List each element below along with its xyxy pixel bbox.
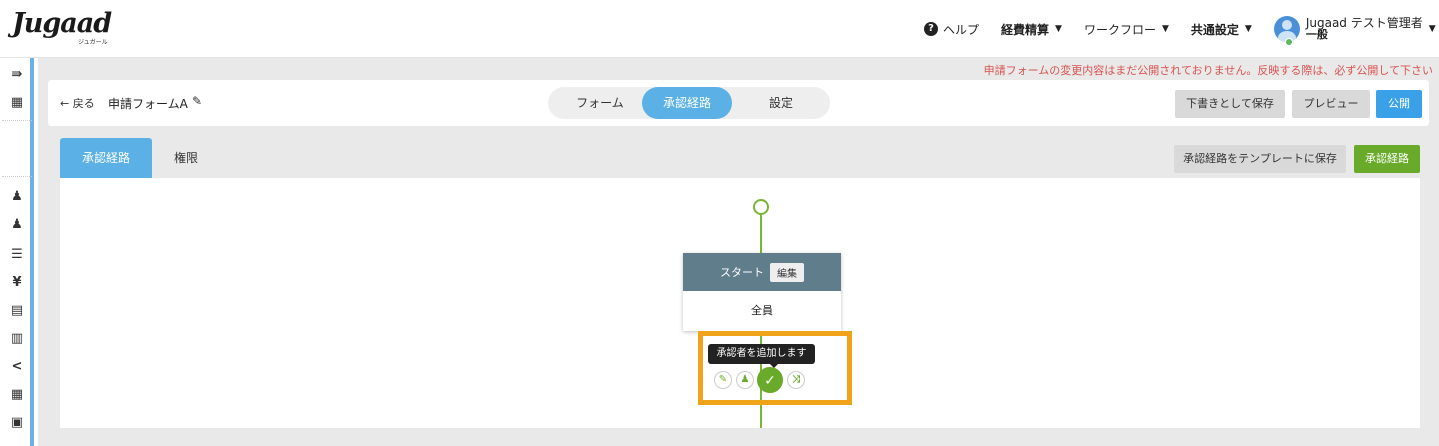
help-icon: ? [924,22,938,36]
grid-icon[interactable]: ▦ [10,388,24,402]
unpublished-warning: 申請フォームの変更内容はまだ公開されておりません。反映する際は、必ず公開して下さ… [983,64,1433,77]
tab-approval-route[interactable]: 承認経路 [642,87,732,119]
chevron-down-icon: ▼ [1428,24,1436,34]
nav-expense-label: 経費精算 [1001,22,1050,37]
shuffle-icon[interactable]: ⤨ [787,371,805,389]
divider [2,120,32,121]
users-icon[interactable]: ♟ [10,190,24,204]
side-icon-rail: ⇛ ▦ ♟ ♟ ☰ ¥ ▤ ▥ < ▦ ▣ [0,58,34,446]
nav-expense[interactable]: 経費精算 ▼ [1001,21,1062,38]
nav-workflow[interactable]: ワークフロー ▼ [1084,21,1169,38]
tab-approval-route-sub[interactable]: 承認経路 [60,138,152,178]
user-role: 一般 [1305,28,1328,41]
top-nav: ? ヘルプ 経費精算 ▼ ワークフロー ▼ 共通設定 ▼ Jugaad テスト管… [924,0,1436,58]
preview-button[interactable]: プレビュー [1292,90,1370,118]
logo-subtitle: ジュガール [78,39,108,46]
start-point [753,199,769,215]
chevron-down-icon: ▼ [1161,24,1169,34]
confirm-check-icon[interactable]: ✓ [757,367,783,393]
back-link[interactable]: ← 戻る [60,95,95,111]
users-icon[interactable]: ♟ [10,218,24,232]
edit-button[interactable]: 編集 [770,262,804,282]
start-node: スタート 編集 全員 [683,253,841,331]
nav-common-settings-label: 共通設定 [1190,22,1239,37]
form-toolbar: ← 戻る 申請フォームA ✎ フォーム 承認経路 設定 下書きとして保存 プレビ… [48,80,1429,126]
top-header: Jugaad ジュガール ? ヘルプ 経費精算 ▼ ワークフロー ▼ 共通設定 … [0,0,1439,58]
yen-icon[interactable]: ¥ [10,276,24,290]
menu-expand-icon[interactable]: ⇛ [10,68,24,82]
start-node-body: 全員 [751,304,773,317]
user-menu[interactable]: Jugaad テスト管理者 一般 ▼ [1273,16,1436,42]
list-icon[interactable]: ☰ [10,248,24,262]
add-approver-tooltip: 承認者を追加します [708,344,815,368]
app-logo[interactable]: Jugaad ジュガール [12,8,142,48]
editor-mode-switch: フォーム 承認経路 設定 [548,87,830,119]
chevron-down-icon: ▼ [1055,24,1062,34]
save-as-template-button[interactable]: 承認経路をテンプレートに保存 [1174,145,1346,173]
divider [2,176,32,177]
form-name: 申請フォームA [108,97,188,111]
start-node-title: スタート [720,266,764,279]
pencil-icon[interactable]: ✎ [192,94,202,108]
tab-form[interactable]: フォーム [558,87,642,119]
building-icon[interactable]: ▦ [10,96,24,110]
save-draft-button[interactable]: 下書きとして保存 [1175,90,1285,118]
book-icon[interactable]: ▣ [10,416,24,430]
connector-line [760,215,762,253]
tab-permissions[interactable]: 権限 [160,138,212,178]
main-area: 申請フォームの変更内容はまだ公開されておりません。反映する際は、必ず公開して下さ… [38,58,1439,446]
help-label: ヘルプ [943,22,980,37]
document-icon[interactable]: ▤ [10,304,24,318]
edit-pencil-icon[interactable]: ✎ [714,371,732,389]
receipt-icon[interactable]: ▥ [10,332,24,346]
nav-workflow-label: ワークフロー [1083,22,1156,37]
publish-button[interactable]: 公開 [1376,90,1422,118]
logo-text: Jugaad [12,8,112,39]
online-status-dot [1285,38,1293,46]
start-node-header: スタート 編集 [683,253,841,291]
tab-settings[interactable]: 設定 [742,87,820,119]
chevron-down-icon: ▼ [1244,24,1252,34]
sub-tabs: 承認経路 権限 承認経路をテンプレートに保存 承認経路 [48,138,1429,178]
help-link[interactable]: ? ヘルプ [924,21,979,38]
share-icon[interactable]: < [10,360,24,374]
add-user-icon[interactable]: ♟ [736,371,754,389]
nav-common-settings[interactable]: 共通設定 ▼ [1191,21,1252,38]
flow-canvas: スタート 編集 全員 承認者を追加します ✎ ♟ ✓ ⤨ [60,178,1420,428]
approval-route-button[interactable]: 承認経路 [1354,145,1420,173]
